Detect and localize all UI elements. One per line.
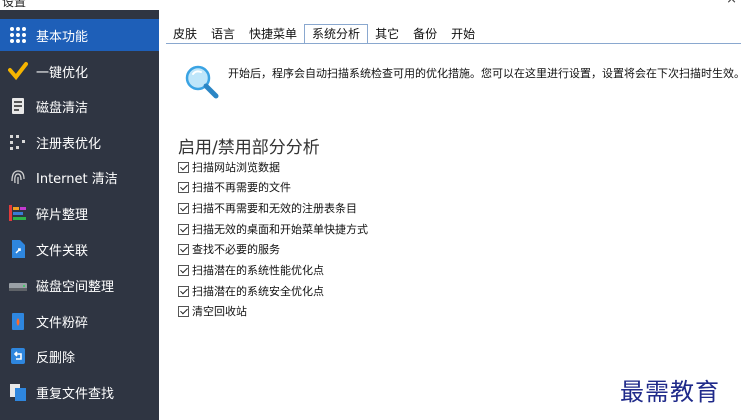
sidebar-item-label: 反删除 [36, 350, 76, 366]
sidebar-item-label: 碎片整理 [36, 207, 89, 223]
sidebar-item-one-click-optimize[interactable]: 一键优化 [0, 55, 159, 87]
sidebar-item-label: Internet 清洁 [36, 171, 118, 187]
broom-check-icon [8, 61, 28, 81]
option-label: 扫描网站浏览数据 [192, 161, 280, 174]
option-label: 扫描不再需要和无效的注册表条目 [192, 202, 357, 215]
option-label: 扫描无效的桌面和开始菜单快捷方式 [192, 223, 368, 236]
option-label: 扫描不再需要的文件 [192, 181, 291, 194]
tab-system-analysis[interactable]: 系统分析 [304, 24, 369, 44]
tab-start[interactable]: 开始 [444, 24, 482, 44]
option-scan-security-points[interactable]: 扫描潜在的系统安全优化点 [178, 283, 324, 299]
file-link-icon [8, 239, 28, 259]
checkbox-checked[interactable] [178, 243, 189, 255]
option-scan-performance-points[interactable]: 扫描潜在的系统性能优化点 [178, 262, 324, 278]
grid-dots-icon [8, 25, 28, 45]
undelete-icon [8, 346, 28, 366]
sidebar-item-registry-optimize[interactable]: 注册表优化 [0, 126, 159, 158]
sidebar-item-internet-clean[interactable]: Internet 清洁 [0, 161, 159, 193]
option-scan-invalid-shortcuts[interactable]: 扫描无效的桌面和开始菜单快捷方式 [178, 221, 368, 237]
duplicate-files-icon [8, 382, 28, 402]
checkbox-checked[interactable] [178, 264, 189, 276]
checkbox-checked[interactable] [178, 181, 189, 193]
sidebar-item-disk-clean[interactable]: 磁盘清洁 [0, 90, 159, 122]
analysis-description: 开始后，程序会自动扫描系统检查可用的优化措施。您可以在这里进行设置，设置将会在下… [228, 67, 741, 80]
section-title: 启用/禁用部分分析 [178, 138, 320, 158]
defrag-blocks-icon [8, 203, 28, 223]
sidebar-item-duplicate-finder[interactable]: 重复文件查找 [0, 376, 159, 408]
sidebar-item-label: 注册表优化 [36, 136, 102, 152]
sidebar-item-label: 一键优化 [36, 65, 89, 81]
sidebar-item-disk-space[interactable]: 磁盘空间整理 [0, 269, 159, 301]
checkbox-checked[interactable] [178, 305, 189, 317]
tab-shortcut-menu[interactable]: 快捷菜单 [242, 24, 304, 44]
option-find-unneeded-services[interactable]: 查找不必要的服务 [178, 241, 280, 257]
registry-dots-icon [8, 132, 28, 152]
sidebar-item-file-shredder[interactable]: 文件粉碎 [0, 305, 159, 337]
sidebar-item-file-association[interactable]: 文件关联 [0, 233, 159, 265]
checkbox-checked[interactable] [178, 285, 189, 297]
tab-bar: 皮肤 语言 快捷菜单 系统分析 其它 备份 开始 [166, 24, 482, 44]
hard-drive-icon [8, 275, 28, 295]
option-label: 清空回收站 [192, 305, 247, 318]
option-scan-browsing-data[interactable]: 扫描网站浏览数据 [178, 159, 280, 175]
sidebar-item-label: 文件粉碎 [36, 315, 89, 331]
checkbox-checked[interactable] [178, 161, 189, 173]
watermark: 最需教育 [620, 378, 720, 406]
shredder-icon [8, 311, 28, 331]
sidebar-item-label: 磁盘清洁 [36, 100, 89, 116]
tab-other[interactable]: 其它 [368, 24, 406, 44]
disk-clean-icon [8, 96, 28, 116]
settings-window: 设置 × 基本功能 一键优化 [0, 0, 741, 420]
sidebar-item-label: 文件关联 [36, 243, 89, 259]
tab-backup[interactable]: 备份 [406, 24, 444, 44]
sidebar-item-label: 基本功能 [36, 29, 89, 45]
sidebar-item-defrag[interactable]: 碎片整理 [0, 197, 159, 229]
title-bar: 设置 × [0, 0, 741, 10]
close-icon[interactable]: × [726, 0, 737, 7]
tab-skin[interactable]: 皮肤 [166, 24, 204, 44]
checkbox-checked[interactable] [178, 202, 189, 214]
magnifier-icon [184, 64, 220, 100]
sidebar-item-undelete[interactable]: 反删除 [0, 340, 159, 372]
sidebar-item-label: 重复文件查找 [36, 386, 115, 402]
sidebar: 基本功能 一键优化 磁盘清洁 注册表优化 Internet 清洁 碎片整理 文件… [0, 10, 159, 420]
option-empty-recycle-bin[interactable]: 清空回收站 [178, 303, 247, 319]
window-title: 设置 [2, 0, 27, 9]
option-scan-unneeded-files[interactable]: 扫描不再需要的文件 [178, 179, 291, 195]
sidebar-item-label: 磁盘空间整理 [36, 279, 115, 295]
option-scan-registry-entries[interactable]: 扫描不再需要和无效的注册表条目 [178, 200, 357, 216]
tab-language[interactable]: 语言 [204, 24, 242, 44]
tab-divider [166, 43, 741, 44]
sidebar-item-basic-functions[interactable]: 基本功能 [0, 19, 159, 51]
checkbox-checked[interactable] [178, 223, 189, 235]
option-label: 查找不必要的服务 [192, 243, 280, 256]
option-label: 扫描潜在的系统安全优化点 [192, 285, 324, 298]
fingerprint-icon [8, 167, 28, 187]
option-label: 扫描潜在的系统性能优化点 [192, 264, 324, 277]
